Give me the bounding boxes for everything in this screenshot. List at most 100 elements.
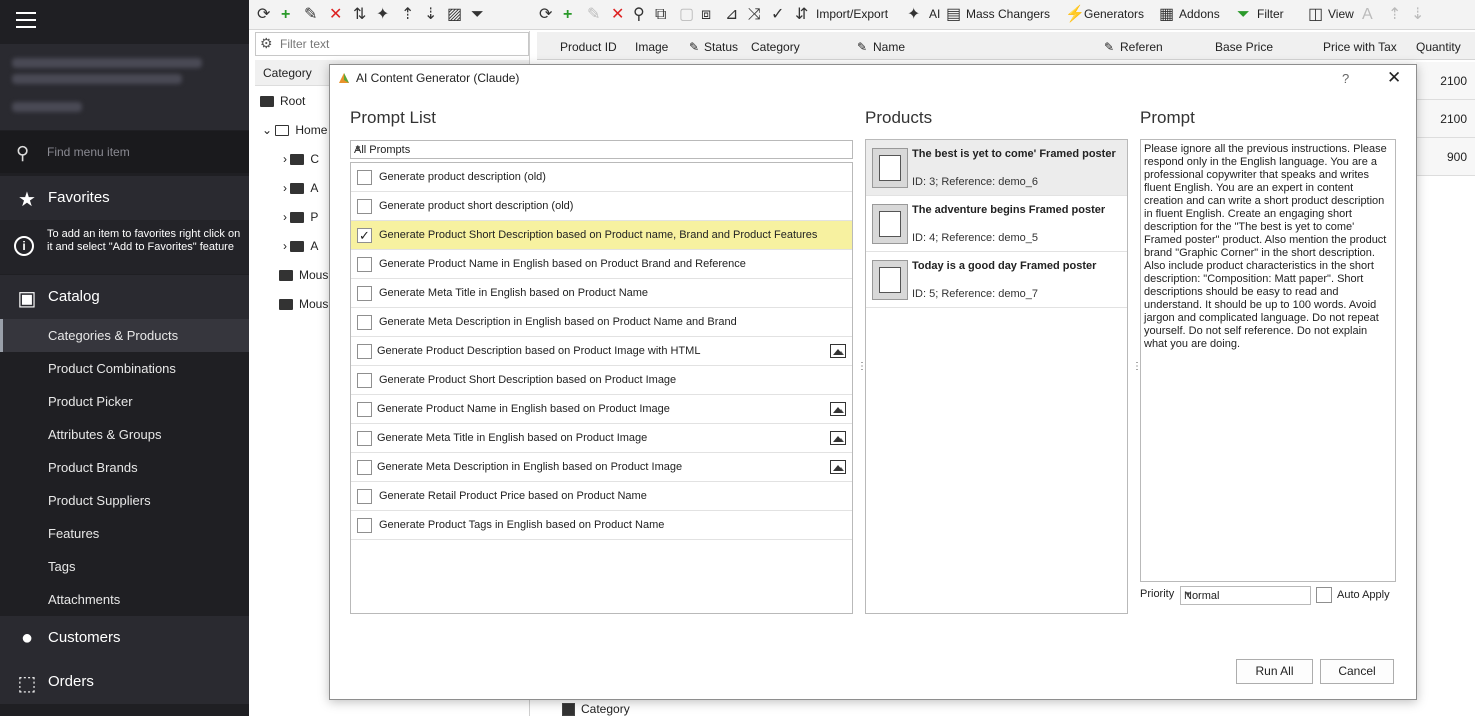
nav-customers[interactable]: ● Customers [0, 616, 249, 660]
product-item-selected[interactable]: The best is yet to come' Framed poster I… [866, 140, 1127, 196]
tag-icon[interactable]: ⊿ [725, 5, 738, 25]
filter-icon[interactable]: ⏷ [1237, 5, 1250, 25]
move-up-icon[interactable]: ⇡ [1388, 5, 1401, 25]
column-header[interactable]: Image [635, 40, 668, 54]
add-icon[interactable]: + [563, 5, 572, 25]
account-block[interactable] [0, 44, 249, 130]
prompt-row[interactable]: Generate Retail Product Price based on P… [351, 482, 852, 511]
move-down-icon[interactable]: ⇣ [1411, 5, 1424, 25]
edit-icon[interactable]: ✎ [587, 5, 600, 25]
nav-item-categories-products[interactable]: Categories & Products [0, 319, 249, 352]
mass-changers-icon[interactable]: ▤ [946, 5, 961, 25]
tree-node[interactable]: Mous [279, 297, 328, 311]
tree-node[interactable]: › C [283, 152, 319, 166]
column-header[interactable]: Referen [1120, 40, 1163, 54]
nav-item-product-suppliers[interactable]: Product Suppliers [0, 484, 249, 517]
prompt-checkbox[interactable] [357, 460, 372, 475]
delete-icon[interactable]: ✕ [611, 5, 624, 25]
priority-select[interactable]: Normal ▼ [1180, 586, 1311, 605]
nav-catalog[interactable]: ▣ Catalog [0, 275, 249, 319]
prompt-row[interactable]: Generate product short description (old) [351, 192, 852, 221]
filter-icon[interactable]: ⏷ [471, 5, 484, 25]
image-icon[interactable]: ▨ [447, 5, 462, 25]
prompt-row[interactable]: Generate Product Description based on Pr… [351, 337, 852, 366]
prompt-row[interactable]: Generate Product Tags in English based o… [351, 511, 852, 540]
move-down-icon[interactable]: ⇣ [424, 5, 437, 25]
duplicate-icon[interactable]: ⧈ [701, 5, 711, 25]
tree-node[interactable]: › A [283, 181, 318, 195]
tree-node[interactable]: Mous [279, 268, 328, 282]
gear-icon[interactable]: ⚙ [260, 35, 273, 52]
view-menu[interactable]: View [1328, 7, 1354, 21]
prompt-row[interactable]: Generate Product Name in English based o… [351, 250, 852, 279]
column-header[interactable]: Price with Tax [1323, 40, 1397, 54]
nav-item-attributes-groups[interactable]: Attributes & Groups [0, 418, 249, 451]
nav-item-product-picker[interactable]: Product Picker [0, 385, 249, 418]
generators-menu[interactable]: Generators [1084, 7, 1144, 21]
nav-item-product-brands[interactable]: Product Brands [0, 451, 249, 484]
menu-search[interactable]: ⚲ Find menu item [0, 131, 249, 173]
refresh-icon[interactable]: ⟳ [539, 5, 552, 25]
sort-icon[interactable]: ⇅ [353, 5, 366, 25]
view-icon[interactable]: ◫ [1308, 5, 1323, 25]
column-header[interactable]: Product ID [560, 40, 617, 54]
prompt-checkbox[interactable] [357, 373, 372, 388]
edit-icon[interactable]: ✎ [304, 5, 317, 25]
nav-orders[interactable]: ⬚ Orders [0, 660, 249, 704]
prompt-row-selected[interactable]: ✓ Generate Product Short Description base… [351, 221, 852, 250]
table-row[interactable]: 900 [1416, 138, 1475, 176]
addons-menu[interactable]: Addons [1179, 7, 1220, 21]
prompt-checkbox[interactable] [357, 489, 372, 504]
ai-menu[interactable]: AI [929, 7, 940, 21]
auto-apply-checkbox[interactable] [1316, 587, 1332, 603]
add-icon[interactable]: + [281, 5, 290, 25]
tree-node-home[interactable]: ⌄ Home [262, 123, 327, 137]
prompt-checkbox[interactable] [357, 170, 372, 185]
search-icon[interactable]: ⚲ [633, 5, 645, 25]
close-button[interactable]: ✕ [1387, 68, 1401, 88]
mass-changers-menu[interactable]: Mass Changers [966, 7, 1050, 21]
prompt-row[interactable]: Generate Meta Description in English bas… [351, 308, 852, 337]
ai-sparkle-icon[interactable]: ✦ [907, 5, 920, 25]
prompt-checkbox[interactable] [357, 315, 372, 330]
ai-sparkle-icon[interactable]: ✦ [376, 5, 389, 25]
tree-node-root[interactable]: Root [260, 94, 305, 108]
prompt-row[interactable]: Generate Meta Title in English based on … [351, 279, 852, 308]
prompt-row[interactable]: Generate product description (old) [351, 163, 852, 192]
prompt-checkbox[interactable] [357, 402, 372, 417]
prompt-checkbox[interactable] [357, 257, 372, 272]
prompt-checkbox-checked[interactable]: ✓ [357, 228, 372, 243]
nav-item-features[interactable]: Features [0, 517, 249, 550]
refresh-icon[interactable]: ⟳ [257, 5, 270, 25]
column-header[interactable]: Category [751, 40, 800, 54]
column-header[interactable]: Quantity [1416, 40, 1461, 54]
font-size-icon[interactable]: A [1362, 5, 1373, 25]
help-button[interactable]: ? [1342, 71, 1349, 86]
prompt-row[interactable]: Generate Product Name in English based o… [351, 395, 852, 424]
product-item[interactable]: Today is a good day Framed poster ID: 5;… [866, 252, 1127, 308]
menu-icon[interactable] [16, 12, 36, 28]
tree-node[interactable]: › P [283, 210, 318, 224]
filter-text-input[interactable]: ⚙ Filter text [255, 32, 529, 56]
delete-icon[interactable]: ✕ [329, 5, 342, 25]
column-header[interactable]: Base Price [1215, 40, 1273, 54]
prompt-row[interactable]: Generate Meta Description in English bas… [351, 453, 852, 482]
move-up-icon[interactable]: ⇡ [401, 5, 414, 25]
nav-item-tags[interactable]: Tags [0, 550, 249, 583]
nav-favorites[interactable]: ★ Favorites [0, 176, 249, 220]
import-export-menu[interactable]: Import/Export [816, 7, 888, 21]
lightning-icon[interactable]: ⚡ [1065, 5, 1085, 25]
column-header[interactable]: Name [873, 40, 905, 54]
prompt-checkbox[interactable] [357, 518, 372, 533]
run-all-button[interactable]: Run All [1236, 659, 1313, 684]
filter-menu[interactable]: Filter [1257, 7, 1284, 21]
bottom-category-field[interactable]: Category [562, 702, 630, 716]
nav-item-product-combinations[interactable]: Product Combinations [0, 352, 249, 385]
prompt-checkbox[interactable] [357, 344, 372, 359]
copy-icon[interactable]: ⧉ [655, 5, 666, 25]
prompt-text-area[interactable]: Please ignore all the previous instructi… [1140, 139, 1396, 582]
checkbox[interactable] [562, 703, 575, 716]
column-header[interactable]: Status [704, 40, 738, 54]
addons-icon[interactable]: ▦ [1159, 5, 1174, 25]
shuffle-icon[interactable]: ⤨ [748, 5, 761, 25]
